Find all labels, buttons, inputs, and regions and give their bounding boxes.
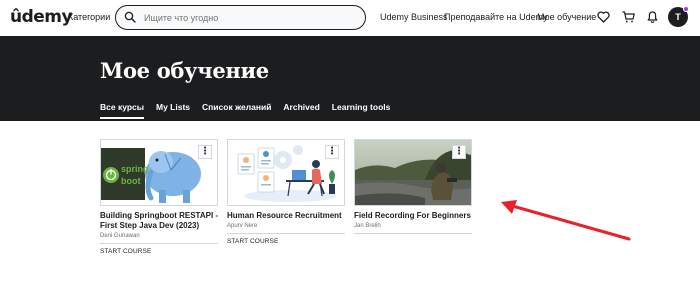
course-title[interactable]: Human Resource Recruitment [227, 211, 352, 221]
course-author: Apurv Nere [227, 223, 258, 229]
tab-all-courses[interactable]: Все курсы [100, 102, 145, 119]
notification-dot [683, 6, 689, 12]
course-options-button[interactable]: ⋮ [452, 145, 466, 159]
heart-icon [596, 11, 610, 23]
bell-icon [647, 11, 657, 23]
logo-text: ûdemy [10, 7, 73, 27]
course-divider [100, 243, 218, 244]
tab-learning-tools[interactable]: Learning tools [332, 102, 391, 119]
tab-my-lists[interactable]: My Lists [156, 102, 190, 119]
search-bar[interactable] [115, 5, 366, 30]
course-thumbnail[interactable]: ⋮ [227, 139, 345, 206]
course-author: Jan Brelih [354, 223, 381, 229]
thumb-boot-text: boot [121, 176, 141, 186]
top-navigation: ûdemy Категории Udemy Business Преподава… [0, 0, 700, 36]
course-title[interactable]: Building Springboot RESTAPI - First Step… [100, 211, 225, 231]
page-title: Мое обучение [100, 58, 269, 83]
course-thumbnail[interactable]: spring boot ⋮ [100, 139, 218, 206]
teach-on-udemy-link[interactable]: Преподавайте на Udemy [444, 12, 548, 22]
more-vertical-icon: ⋮ [454, 146, 464, 157]
search-icon [124, 11, 136, 23]
course-options-button[interactable]: ⋮ [325, 145, 339, 159]
course-author: Deni Gunawan [100, 233, 140, 239]
course-divider [227, 233, 345, 234]
cart-icon [622, 11, 635, 23]
learning-tabs: Все курсы My Lists Список желаний Archiv… [100, 102, 390, 119]
course-divider [354, 233, 472, 234]
tab-archived[interactable]: Archived [283, 102, 319, 119]
thumb-spring-text: spring [121, 164, 149, 174]
udemy-logo[interactable]: ûdemy [10, 7, 73, 27]
cart-button[interactable] [620, 9, 636, 25]
my-learning-link[interactable]: Мое обучение [537, 12, 596, 22]
avatar-initial: T [675, 12, 681, 22]
categories-menu[interactable]: Категории [68, 12, 110, 22]
wishlist-button[interactable] [595, 9, 611, 25]
course-options-button[interactable]: ⋮ [198, 145, 212, 159]
search-input[interactable] [144, 11, 354, 25]
course-thumbnail[interactable]: ⋮ [354, 139, 472, 206]
my-learning-banner: Мое обучение Все курсы My Lists Список ж… [0, 36, 700, 121]
udemy-business-link[interactable]: Udemy Business [380, 12, 448, 22]
tab-wishlist[interactable]: Список желаний [202, 102, 271, 119]
start-course-label[interactable]: START COURSE [227, 238, 278, 245]
red-arrow-annotation [501, 200, 631, 241]
start-course-label[interactable]: START COURSE [100, 248, 151, 255]
more-vertical-icon: ⋮ [327, 146, 337, 157]
notifications-button[interactable] [644, 9, 660, 25]
course-title[interactable]: Field Recording For Beginners [354, 211, 479, 221]
more-vertical-icon: ⋮ [200, 146, 210, 157]
